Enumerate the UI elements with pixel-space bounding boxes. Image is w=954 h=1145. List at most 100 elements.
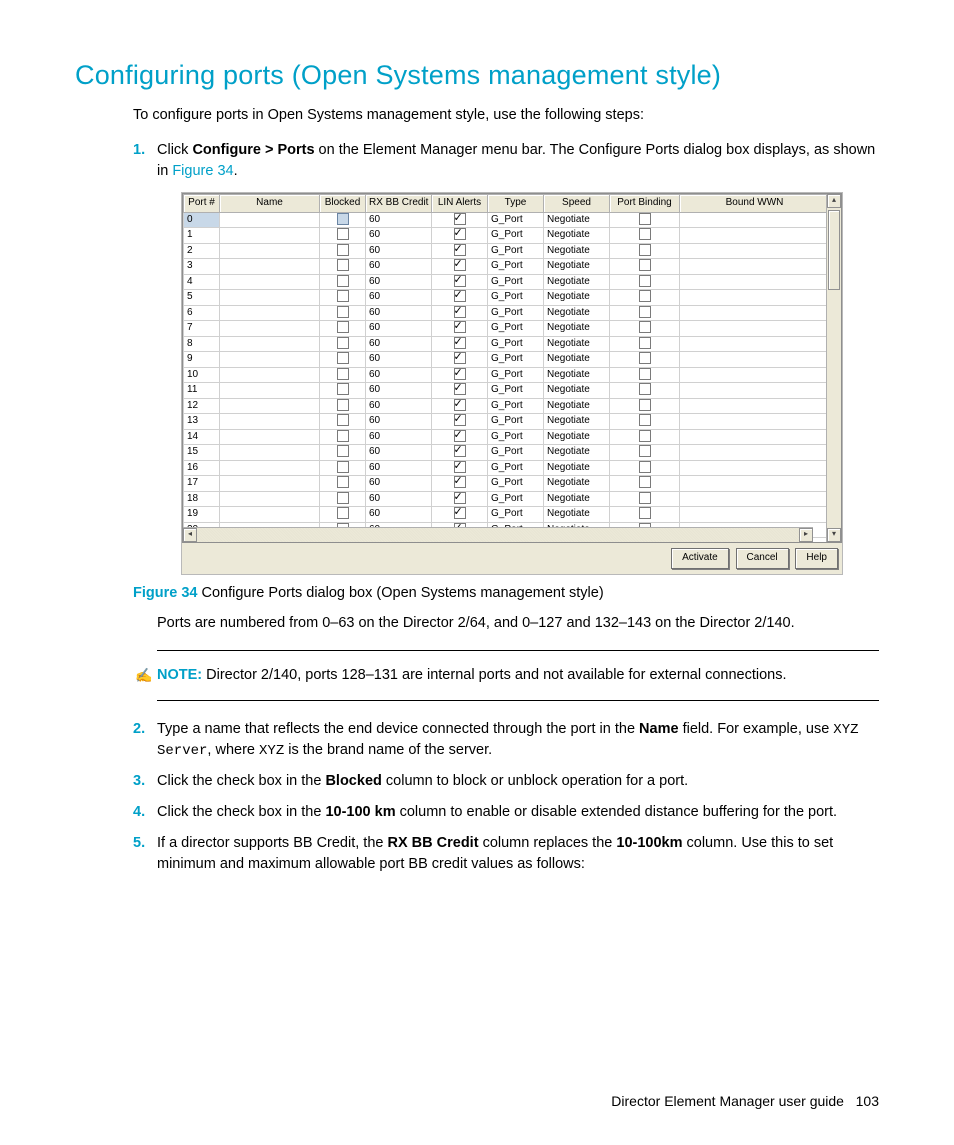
checkbox-icon[interactable] bbox=[639, 337, 651, 349]
checkbox-icon[interactable] bbox=[639, 368, 651, 380]
type-cell[interactable]: G_Port bbox=[488, 476, 544, 492]
port-binding-cell[interactable] bbox=[610, 460, 680, 476]
checkbox-icon[interactable] bbox=[337, 507, 349, 519]
port-cell[interactable]: 10 bbox=[184, 367, 220, 383]
name-cell[interactable] bbox=[220, 290, 320, 306]
type-cell[interactable]: G_Port bbox=[488, 429, 544, 445]
blocked-cell[interactable] bbox=[320, 445, 366, 461]
checkbox-icon[interactable] bbox=[639, 507, 651, 519]
checkbox-icon[interactable] bbox=[639, 259, 651, 271]
port-binding-cell[interactable] bbox=[610, 414, 680, 430]
blocked-cell[interactable] bbox=[320, 367, 366, 383]
table-row[interactable]: 660G_PortNegotiate bbox=[184, 305, 830, 321]
type-cell[interactable]: G_Port bbox=[488, 228, 544, 244]
scroll-up-arrow-icon[interactable]: ▴ bbox=[827, 194, 841, 208]
rx-credit-cell[interactable]: 60 bbox=[366, 383, 432, 399]
checkbox-icon[interactable] bbox=[454, 476, 466, 488]
name-cell[interactable] bbox=[220, 228, 320, 244]
speed-cell[interactable]: Negotiate bbox=[544, 398, 610, 414]
table-row[interactable]: 360G_PortNegotiate bbox=[184, 259, 830, 275]
port-cell[interactable]: 13 bbox=[184, 414, 220, 430]
port-binding-cell[interactable] bbox=[610, 274, 680, 290]
bound-wwn-cell[interactable] bbox=[680, 352, 830, 368]
lin-alerts-cell[interactable] bbox=[432, 336, 488, 352]
column-header[interactable]: Speed bbox=[544, 195, 610, 213]
lin-alerts-cell[interactable] bbox=[432, 228, 488, 244]
rx-credit-cell[interactable]: 60 bbox=[366, 336, 432, 352]
port-binding-cell[interactable] bbox=[610, 290, 680, 306]
checkbox-icon[interactable] bbox=[337, 275, 349, 287]
checkbox-icon[interactable] bbox=[454, 244, 466, 256]
checkbox-icon[interactable] bbox=[337, 399, 349, 411]
speed-cell[interactable]: Negotiate bbox=[544, 460, 610, 476]
bound-wwn-cell[interactable] bbox=[680, 274, 830, 290]
bound-wwn-cell[interactable] bbox=[680, 460, 830, 476]
rx-credit-cell[interactable]: 60 bbox=[366, 491, 432, 507]
rx-credit-cell[interactable]: 60 bbox=[366, 507, 432, 523]
port-binding-cell[interactable] bbox=[610, 507, 680, 523]
bound-wwn-cell[interactable] bbox=[680, 445, 830, 461]
port-cell[interactable]: 8 bbox=[184, 336, 220, 352]
name-cell[interactable] bbox=[220, 414, 320, 430]
blocked-cell[interactable] bbox=[320, 336, 366, 352]
lin-alerts-cell[interactable] bbox=[432, 383, 488, 399]
checkbox-icon[interactable] bbox=[639, 399, 651, 411]
checkbox-icon[interactable] bbox=[454, 461, 466, 473]
port-binding-cell[interactable] bbox=[610, 259, 680, 275]
port-cell[interactable]: 7 bbox=[184, 321, 220, 337]
scroll-thumb[interactable] bbox=[828, 210, 840, 290]
bound-wwn-cell[interactable] bbox=[680, 259, 830, 275]
column-header[interactable]: RX BB Credit bbox=[366, 195, 432, 213]
speed-cell[interactable]: Negotiate bbox=[544, 445, 610, 461]
checkbox-icon[interactable] bbox=[454, 290, 466, 302]
port-binding-cell[interactable] bbox=[610, 429, 680, 445]
lin-alerts-cell[interactable] bbox=[432, 414, 488, 430]
column-header[interactable]: Blocked bbox=[320, 195, 366, 213]
speed-cell[interactable]: Negotiate bbox=[544, 259, 610, 275]
name-cell[interactable] bbox=[220, 212, 320, 228]
port-cell[interactable]: 3 bbox=[184, 259, 220, 275]
checkbox-icon[interactable] bbox=[337, 228, 349, 240]
port-cell[interactable]: 1 bbox=[184, 228, 220, 244]
name-cell[interactable] bbox=[220, 321, 320, 337]
rx-credit-cell[interactable]: 60 bbox=[366, 476, 432, 492]
blocked-cell[interactable] bbox=[320, 290, 366, 306]
lin-alerts-cell[interactable] bbox=[432, 429, 488, 445]
activate-button[interactable]: Activate bbox=[671, 548, 729, 569]
blocked-cell[interactable] bbox=[320, 259, 366, 275]
scroll-right-arrow-icon[interactable]: ▸ bbox=[799, 528, 813, 542]
lin-alerts-cell[interactable] bbox=[432, 491, 488, 507]
cancel-button[interactable]: Cancel bbox=[736, 548, 789, 569]
rx-credit-cell[interactable]: 60 bbox=[366, 290, 432, 306]
type-cell[interactable]: G_Port bbox=[488, 414, 544, 430]
bound-wwn-cell[interactable] bbox=[680, 507, 830, 523]
checkbox-icon[interactable] bbox=[639, 414, 651, 426]
name-cell[interactable] bbox=[220, 274, 320, 290]
help-button[interactable]: Help bbox=[795, 548, 838, 569]
blocked-cell[interactable] bbox=[320, 352, 366, 368]
rx-credit-cell[interactable]: 60 bbox=[366, 212, 432, 228]
port-binding-cell[interactable] bbox=[610, 383, 680, 399]
checkbox-icon[interactable] bbox=[454, 321, 466, 333]
lin-alerts-cell[interactable] bbox=[432, 290, 488, 306]
bound-wwn-cell[interactable] bbox=[680, 228, 830, 244]
checkbox-icon[interactable] bbox=[337, 259, 349, 271]
column-header[interactable]: Port # bbox=[184, 195, 220, 213]
speed-cell[interactable]: Negotiate bbox=[544, 228, 610, 244]
port-binding-cell[interactable] bbox=[610, 398, 680, 414]
lin-alerts-cell[interactable] bbox=[432, 398, 488, 414]
speed-cell[interactable]: Negotiate bbox=[544, 491, 610, 507]
port-cell[interactable]: 19 bbox=[184, 507, 220, 523]
speed-cell[interactable]: Negotiate bbox=[544, 212, 610, 228]
checkbox-icon[interactable] bbox=[454, 306, 466, 318]
lin-alerts-cell[interactable] bbox=[432, 321, 488, 337]
checkbox-icon[interactable] bbox=[337, 321, 349, 333]
checkbox-icon[interactable] bbox=[454, 507, 466, 519]
table-row[interactable]: 560G_PortNegotiate bbox=[184, 290, 830, 306]
table-row[interactable]: 760G_PortNegotiate bbox=[184, 321, 830, 337]
table-row[interactable]: 160G_PortNegotiate bbox=[184, 228, 830, 244]
blocked-cell[interactable] bbox=[320, 507, 366, 523]
checkbox-icon[interactable] bbox=[337, 445, 349, 457]
blocked-cell[interactable] bbox=[320, 212, 366, 228]
blocked-cell[interactable] bbox=[320, 305, 366, 321]
